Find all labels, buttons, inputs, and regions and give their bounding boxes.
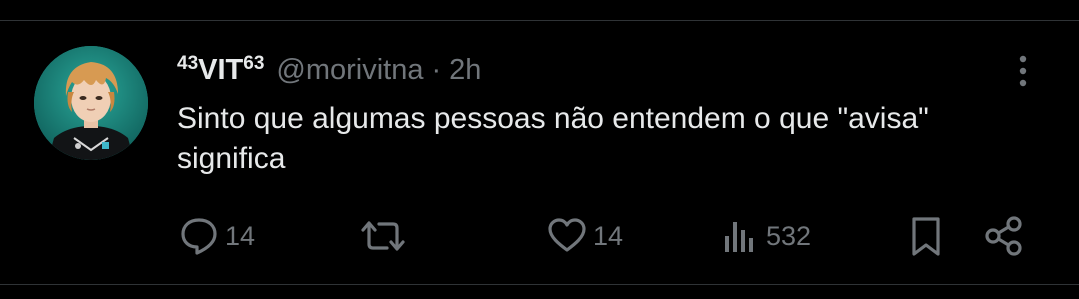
tweet-text: Sinto que algumas pessoas não entendem o… xyxy=(177,102,929,175)
like-count: 14 xyxy=(593,220,624,251)
display-name[interactable]: 43 VIT 63 xyxy=(177,52,265,86)
share-button[interactable] xyxy=(982,210,1026,262)
reply-count: 14 xyxy=(225,220,256,251)
user-handle[interactable]: @morivitna xyxy=(276,54,423,87)
bottom-divider xyxy=(0,284,1079,285)
display-name-suffix: 63 xyxy=(243,52,265,74)
avatar-image xyxy=(34,46,148,160)
bar-chart-icon xyxy=(725,222,753,252)
retweet-button[interactable] xyxy=(357,210,409,262)
retweet-icon xyxy=(361,221,405,251)
view-count: 532 xyxy=(766,220,812,251)
reply-button[interactable]: 14 xyxy=(177,210,255,262)
reply-bubble-icon xyxy=(181,218,217,255)
like-button[interactable]: 14 xyxy=(545,210,623,262)
heart-icon xyxy=(548,218,586,252)
share-icon xyxy=(985,216,1022,256)
timestamp[interactable]: 2h xyxy=(449,54,481,87)
display-name-prefix: 43 xyxy=(177,52,199,74)
bookmark-button[interactable] xyxy=(906,210,946,262)
tweet-actions: 14 14 532 xyxy=(0,210,1079,262)
more-options-button[interactable] xyxy=(1008,52,1038,90)
more-vertical-icon xyxy=(1019,55,1027,87)
separator-dot: · xyxy=(431,53,442,86)
display-name-main: VIT xyxy=(198,53,244,86)
bookmark-icon xyxy=(912,217,940,256)
views-button[interactable]: 532 xyxy=(722,210,811,262)
tweet-header: 43 VIT 63 @morivitna · 2h xyxy=(177,50,481,90)
avatar[interactable] xyxy=(34,46,148,160)
top-divider xyxy=(0,20,1079,21)
